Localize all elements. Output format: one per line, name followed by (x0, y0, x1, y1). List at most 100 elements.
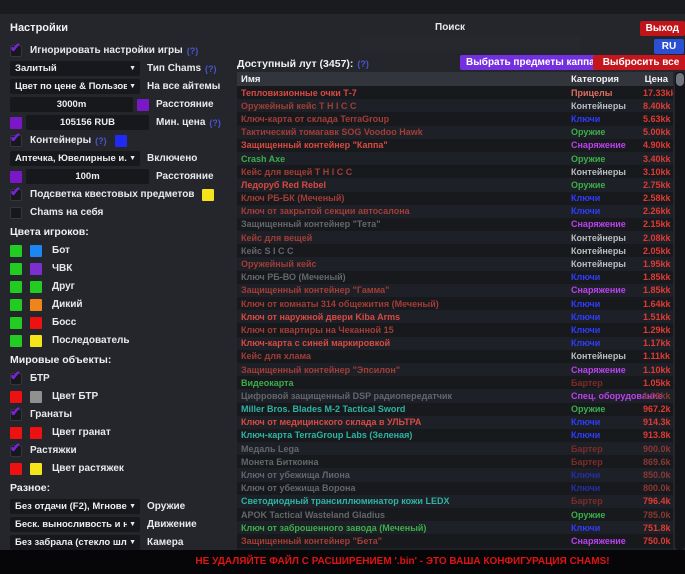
table-row[interactable]: Ключ от закрытой секции автосалона Ключи… (237, 205, 673, 218)
table-row[interactable]: Ключ от медицинского склада в УЛЬТРА Клю… (237, 416, 673, 429)
table-row[interactable]: Ключ РБ-БК (Меченый) Ключи 2.58kk (237, 192, 673, 205)
table-row[interactable]: Тактический томагавк SOG Voodoo Hawk Ору… (237, 126, 673, 139)
tripwires-checkbox[interactable]: ✔ (10, 445, 22, 457)
table-row[interactable]: Crash Axe Оружие 3.40kk (237, 152, 673, 165)
grenades-row[interactable]: ✔ Гранаты (10, 407, 234, 422)
player-color-row: ЧВК (10, 261, 234, 276)
help-icon[interactable]: (?) (205, 64, 217, 74)
tripwire-color-swatch-1[interactable] (10, 463, 22, 475)
tripwire-color-swatch-2[interactable] (30, 463, 42, 475)
chams-self-checkbox[interactable] (10, 207, 22, 219)
player-color-swatch-2[interactable] (30, 281, 42, 293)
player-color-swatch-1[interactable] (10, 281, 22, 293)
all-items-dropdown[interactable]: Цвет по цене & Пользователь ▼ (10, 79, 140, 94)
table-row[interactable]: Защищенный контейнер "Тета" Снаряжение 2… (237, 218, 673, 231)
quest-highlight-row[interactable]: ✔ Подсветка квестовых предметов (10, 187, 234, 202)
select-kappa-items-button[interactable]: Выбрать предметы каппа (460, 55, 601, 70)
player-color-swatch-2[interactable] (30, 263, 42, 275)
containers-enabled-label: Включено (147, 153, 197, 164)
grenade-color-swatch-2[interactable] (30, 427, 42, 439)
quest-highlight-swatch[interactable] (202, 189, 214, 201)
table-row[interactable]: Защищенный контейнер "Бета" Снаряжение 7… (237, 534, 673, 547)
table-row[interactable]: Ключ-карта от склада TerraGroup Ключи 5.… (237, 112, 673, 125)
table-row[interactable]: Ключ от убежища Лиона Ключи 850.0k (237, 468, 673, 481)
movement-dropdown[interactable]: Беск. выносливость и нет уста ▼ (10, 517, 140, 532)
btr-color-swatch-1[interactable] (10, 391, 22, 403)
tripwires-row[interactable]: ✔ Растяжки (10, 443, 234, 458)
player-color-swatch-1[interactable] (10, 263, 22, 275)
table-row[interactable]: Защищенный контейнер "Гамма" Снаряжение … (237, 284, 673, 297)
containers-dropdown[interactable]: Аптечка, Ювелирные и... ▼ (10, 151, 140, 166)
containers-distance-input[interactable]: 100m (26, 169, 149, 184)
help-icon[interactable]: (?) (357, 59, 369, 69)
containers-row[interactable]: ✔ Контейнеры (?) (10, 133, 234, 148)
table-row[interactable]: Защищенный контейнер "Каппа" Снаряжение … (237, 139, 673, 152)
table-row[interactable]: Ключ от квартиры на Чеканной 15 Ключи 1.… (237, 323, 673, 336)
search-input[interactable] (360, 36, 580, 51)
table-row[interactable]: Кейс S I C C Контейнеры 2.05kk (237, 244, 673, 257)
min-price-color-swatch[interactable] (10, 117, 22, 129)
distance-input[interactable]: 3000m (10, 97, 133, 112)
table-row[interactable]: Защищенный контейнер "Эпсилон" Снаряжени… (237, 363, 673, 376)
table-row[interactable]: Кейс для вещей T H I C C Контейнеры 3.10… (237, 165, 673, 178)
containers-checkbox[interactable]: ✔ (10, 135, 22, 147)
table-row[interactable]: Оружейный кейс Контейнеры 1.95kk (237, 257, 673, 270)
table-row[interactable]: Ключ от заброшенного завода (Меченый) Кл… (237, 521, 673, 534)
table-row[interactable]: Ключ РБ-ВО (Меченый) Ключи 1.85kk (237, 271, 673, 284)
containers-distance-swatch[interactable] (10, 171, 22, 183)
chams-self-row[interactable]: Chams на себя (10, 205, 234, 220)
help-icon[interactable]: (?) (209, 118, 221, 128)
player-color-swatch-2[interactable] (30, 299, 42, 311)
player-color-swatch-1[interactable] (10, 245, 22, 257)
all-items-label: На все айтемы (147, 81, 220, 92)
ignore-game-settings-checkbox[interactable]: ✔ (10, 45, 22, 57)
distance-color-swatch[interactable] (137, 99, 149, 111)
table-row[interactable]: Ключ от комнаты 314 общежития (Меченый) … (237, 297, 673, 310)
table-row[interactable]: Ключ от наружной двери Kiba Arms Ключи 1… (237, 310, 673, 323)
table-row[interactable]: Медаль Lega Бартер 900.0k (237, 442, 673, 455)
exit-button[interactable]: Выход (640, 21, 685, 36)
table-row[interactable]: Ключ-карта TerraGroup Labs (Зеленая) Клю… (237, 429, 673, 442)
quest-highlight-checkbox[interactable]: ✔ (10, 189, 22, 201)
table-row[interactable]: Кейс для вещей Контейнеры 2.08kk (237, 231, 673, 244)
chams-type-dropdown[interactable]: Залитый ▼ (10, 61, 140, 76)
item-category: Ключи (567, 272, 639, 282)
table-row[interactable]: Ключ-карта с синей маркировкой Ключи 1.1… (237, 337, 673, 350)
player-color-swatch-2[interactable] (30, 245, 42, 257)
grenade-color-swatch-1[interactable] (10, 427, 22, 439)
btr-row[interactable]: ✔ БТР (10, 371, 234, 386)
table-row[interactable]: Miller Bros. Blades M-2 Tactical Sword О… (237, 403, 673, 416)
table-row[interactable]: Ледоруб Red Rebel Оружие 2.75kk (237, 178, 673, 191)
camera-dropdown[interactable]: Без забрала (стекло шлема) ▼ (10, 535, 140, 550)
player-color-swatch-2[interactable] (30, 317, 42, 329)
btr-checkbox[interactable]: ✔ (10, 373, 22, 385)
language-button[interactable]: RU (654, 39, 684, 54)
column-name[interactable]: Имя (237, 74, 567, 85)
table-row[interactable]: APOK Tactical Wasteland Gladius Оружие 7… (237, 508, 673, 521)
table-row[interactable]: Оружейный кейс T H I C C Контейнеры 8.40… (237, 99, 673, 112)
table-row[interactable]: Тепловизионные очки Т-7 Прицелы 17.33kk (237, 86, 673, 99)
btr-color-swatch-2[interactable] (30, 391, 42, 403)
table-row[interactable]: Монета Биткоина Бартер 869.6k (237, 455, 673, 468)
table-row[interactable]: Ключ от убежища Ворона Ключи 800.0k (237, 482, 673, 495)
help-icon[interactable]: (?) (95, 136, 107, 146)
player-color-swatch-1[interactable] (10, 335, 22, 347)
grenades-checkbox[interactable]: ✔ (10, 409, 22, 421)
containers-color-swatch[interactable] (115, 135, 127, 147)
discard-all-button[interactable]: Выбросить все (593, 55, 685, 70)
player-color-swatch-1[interactable] (10, 299, 22, 311)
scrollbar[interactable] (675, 72, 685, 550)
table-row[interactable]: Цифровой защищенный DSP радиопередатчик … (237, 389, 673, 402)
table-row[interactable]: Видеокарта Бартер 1.05kk (237, 376, 673, 389)
column-price[interactable]: Цена (639, 74, 673, 85)
ignore-game-settings-row[interactable]: ✔ Игнорировать настройки игры (?) (10, 43, 234, 58)
scrollbar-thumb[interactable] (676, 73, 684, 86)
table-row[interactable]: Кейс для хлама Контейнеры 1.11kk (237, 350, 673, 363)
player-color-swatch-2[interactable] (30, 335, 42, 347)
column-category[interactable]: Категория (567, 74, 639, 85)
table-row[interactable]: Светодиодный трансиллюминатор кожи LEDX … (237, 495, 673, 508)
min-price-input[interactable]: 105156 RUB (26, 115, 149, 130)
help-icon[interactable]: (?) (187, 46, 199, 56)
player-color-swatch-1[interactable] (10, 317, 22, 329)
weapon-dropdown[interactable]: Без отдачи (F2), Мгновенное п ▼ (10, 499, 140, 514)
